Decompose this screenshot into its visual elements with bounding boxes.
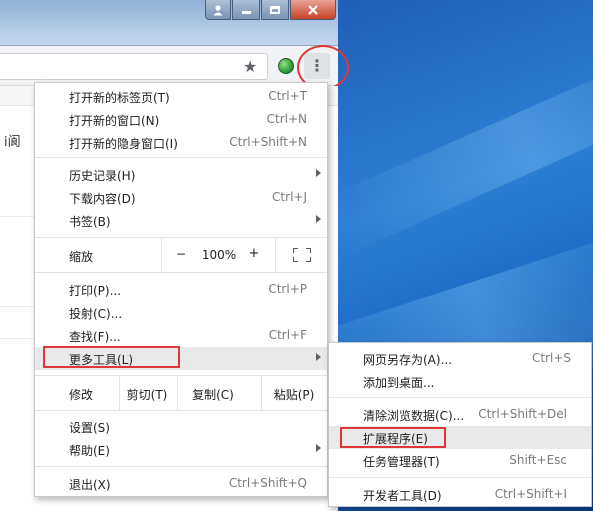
cut-button[interactable]: 剪切(T) bbox=[119, 386, 175, 403]
menu-item-print[interactable]: 打印(P)... Ctrl+P bbox=[35, 278, 327, 301]
zoom-row: 缩放 − 100% + bbox=[35, 238, 327, 272]
edit-row: 修改 剪切(T) 复制(C) 粘贴(P) bbox=[35, 376, 327, 410]
menu-item-new-window[interactable]: 打开新的窗口(N) Ctrl+N bbox=[35, 108, 327, 131]
wallpaper-light-beam bbox=[338, 45, 593, 255]
more-tools-submenu: 网页另存为(A)... Ctrl+S 添加到桌面... 清除浏览数据(C)...… bbox=[328, 342, 592, 507]
submenu-item-add-to-desktop[interactable]: 添加到桌面... bbox=[329, 370, 591, 393]
zoom-out-button[interactable]: − bbox=[173, 247, 189, 261]
page-divider bbox=[0, 306, 34, 307]
menu-item-cast[interactable]: 投射(C)... bbox=[35, 301, 327, 324]
close-button[interactable] bbox=[290, 0, 336, 20]
user-icon bbox=[213, 4, 223, 15]
submenu-arrow-icon bbox=[316, 353, 321, 361]
edit-label: 修改 bbox=[69, 388, 94, 402]
title-bar bbox=[0, 0, 338, 46]
browser-toolbar: ★ ⋮ bbox=[0, 46, 338, 86]
page-divider bbox=[0, 216, 34, 217]
annotation-box-more-tools bbox=[43, 346, 180, 368]
submenu-item-save-page[interactable]: 网页另存为(A)... Ctrl+S bbox=[329, 347, 591, 370]
menu-separator bbox=[35, 157, 327, 158]
menu-item-history[interactable]: 历史记录(H) bbox=[35, 163, 327, 186]
menu-item-downloads[interactable]: 下载内容(D) Ctrl+J bbox=[35, 186, 327, 209]
close-icon bbox=[308, 4, 318, 15]
annotation-box-extensions bbox=[340, 427, 446, 448]
zoom-level: 100% bbox=[201, 248, 237, 262]
maximize-button[interactable] bbox=[261, 0, 289, 20]
minimize-button[interactable] bbox=[232, 0, 260, 20]
menu-separator bbox=[329, 397, 591, 398]
menu-item-find[interactable]: 查找(F)... Ctrl+F bbox=[35, 324, 327, 347]
minimize-icon bbox=[241, 10, 251, 14]
extension-icon[interactable] bbox=[278, 58, 294, 74]
menu-separator bbox=[329, 477, 591, 478]
address-bar[interactable]: ★ bbox=[0, 53, 268, 80]
browser-main-menu: 打开新的标签页(T) Ctrl+T 打开新的窗口(N) Ctrl+N 打开新的隐… bbox=[34, 82, 328, 497]
zoom-in-button[interactable]: + bbox=[246, 246, 262, 261]
menu-item-new-tab[interactable]: 打开新的标签页(T) Ctrl+T bbox=[35, 85, 327, 108]
menu-item-bookmarks[interactable]: 书签(B) bbox=[35, 209, 327, 232]
menu-separator bbox=[35, 272, 327, 273]
menu-separator bbox=[35, 466, 327, 467]
page-text-fragment: i阆 bbox=[4, 135, 21, 150]
submenu-arrow-icon bbox=[316, 215, 321, 223]
zoom-label: 缩放 bbox=[69, 250, 94, 264]
paste-button[interactable]: 粘贴(P) bbox=[263, 386, 325, 403]
menu-item-help[interactable]: 帮助(E) bbox=[35, 438, 327, 461]
menu-item-new-incognito-window[interactable]: 打开新的隐身窗口(I) Ctrl+Shift+N bbox=[35, 131, 327, 154]
user-profile-button[interactable] bbox=[205, 0, 231, 20]
menu-item-settings[interactable]: 设置(S) bbox=[35, 415, 327, 438]
menu-item-exit[interactable]: 退出(X) Ctrl+Shift+Q bbox=[35, 472, 327, 495]
submenu-item-task-manager[interactable]: 任务管理器(T) Shift+Esc bbox=[329, 449, 591, 472]
copy-button[interactable]: 复制(C) bbox=[177, 386, 249, 403]
submenu-arrow-icon bbox=[316, 444, 321, 452]
fullscreen-icon[interactable] bbox=[293, 248, 311, 262]
bookmark-star-icon[interactable]: ★ bbox=[243, 57, 257, 76]
submenu-item-clear-browsing-data[interactable]: 清除浏览数据(C)... Ctrl+Shift+Del bbox=[329, 403, 591, 426]
maximize-icon bbox=[270, 5, 280, 14]
menu-separator bbox=[35, 410, 327, 411]
submenu-arrow-icon bbox=[316, 169, 321, 177]
submenu-item-developer-tools[interactable]: 开发者工具(D) Ctrl+Shift+I bbox=[329, 483, 591, 506]
page-divider bbox=[0, 338, 34, 339]
